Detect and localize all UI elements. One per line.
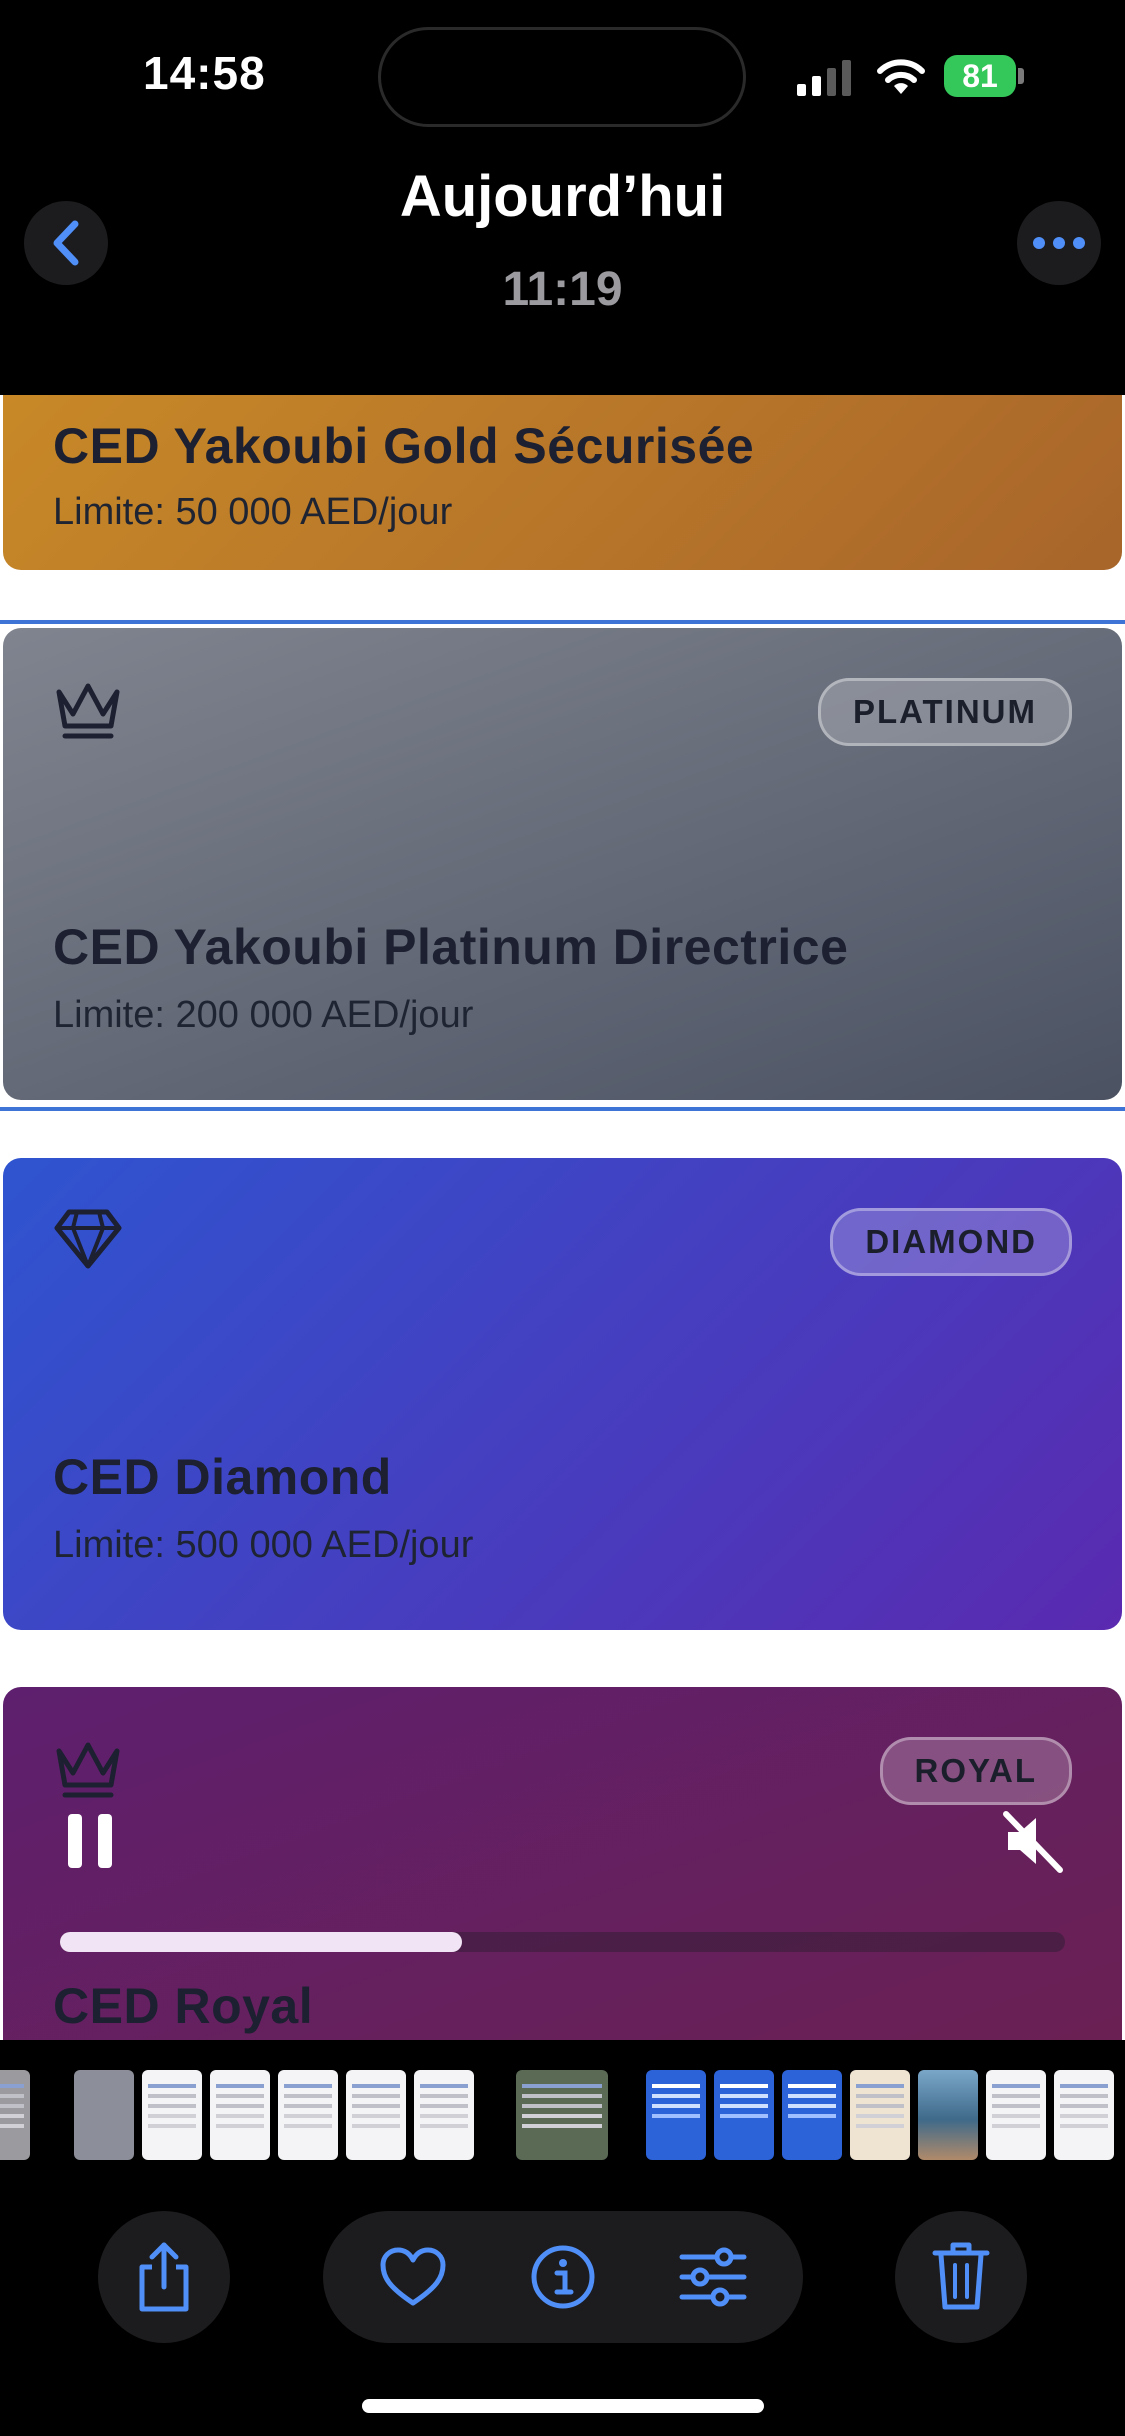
thumbnail[interactable]: [714, 2070, 774, 2160]
tier-badge: ROYAL: [879, 1737, 1072, 1805]
card-limit: Limite: 200 000 AED/jour: [53, 994, 474, 1036]
thumbnail[interactable]: [142, 2070, 202, 2160]
crown-icon: [56, 1742, 120, 1798]
thumbnail-strip[interactable]: [0, 2040, 1125, 2210]
share-button[interactable]: [98, 2211, 230, 2343]
heart-icon: [380, 2247, 446, 2306]
card-gold: CED Yakoubi Gold Sécurisée Limite: 50 00…: [3, 395, 1122, 570]
battery-tip: [1018, 68, 1024, 84]
card-platinum: PLATINUM CED Yakoubi Platinum Directrice…: [3, 628, 1122, 1100]
adjust-button[interactable]: [663, 2211, 763, 2343]
home-indicator: [362, 2399, 764, 2413]
tier-badge: PLATINUM: [817, 678, 1072, 746]
thumbnail[interactable]: [782, 2070, 842, 2160]
thumbnail[interactable]: [210, 2070, 270, 2160]
thumbnail[interactable]: [346, 2070, 406, 2160]
thumbnail[interactable]: [850, 2070, 910, 2160]
status-time: 14:58: [143, 47, 266, 99]
thumbnail[interactable]: [414, 2070, 474, 2160]
page-title: Aujourd’hui: [399, 164, 726, 229]
thumbnail-current[interactable]: [516, 2070, 608, 2160]
favorite-button[interactable]: [363, 2211, 463, 2343]
share-icon: [139, 2242, 189, 2312]
thumbnail[interactable]: [986, 2070, 1046, 2160]
page-subtitle: 11:19: [502, 263, 623, 316]
wifi-icon: [877, 59, 925, 94]
card-limit: Limite: 500 000 AED/jour: [53, 1524, 474, 1566]
card-diamond: DIAMOND CED Diamond Limite: 500 000 AED/…: [3, 1158, 1122, 1630]
battery-level: 81: [962, 58, 998, 94]
info-button[interactable]: [513, 2211, 613, 2343]
info-icon: [531, 2245, 595, 2309]
selection-line-top: [0, 620, 1125, 624]
ellipsis-icon: [1033, 237, 1085, 249]
pause-button[interactable]: [66, 1812, 114, 1870]
thumbnail[interactable]: [1054, 2070, 1114, 2160]
card-royal: ROYAL CED Royal: [3, 1687, 1122, 2040]
mute-button[interactable]: [1000, 1808, 1066, 1874]
dynamic-island: [378, 27, 746, 127]
thumbnail[interactable]: [0, 2070, 30, 2160]
thumbnail[interactable]: [278, 2070, 338, 2160]
crown-icon: [56, 683, 120, 739]
media-content[interactable]: CED Yakoubi Gold Sécurisée Limite: 50 00…: [0, 395, 1125, 2040]
more-button[interactable]: [1017, 201, 1101, 285]
card-limit: Limite: 50 000 AED/jour: [53, 491, 453, 533]
selection-line-bottom: [0, 1107, 1125, 1111]
adjust-icon: [679, 2247, 747, 2307]
card-name: CED Yakoubi Platinum Directrice: [53, 919, 849, 975]
video-progress-fill: [60, 1932, 462, 1952]
trash-icon: [932, 2242, 990, 2310]
thumbnail[interactable]: [918, 2070, 978, 2160]
card-name: CED Royal: [53, 1978, 314, 2034]
card-name: CED Diamond: [53, 1449, 392, 1505]
card-name: CED Yakoubi Gold Sécurisée: [53, 418, 755, 474]
tier-badge: DIAMOND: [830, 1208, 1072, 1276]
diamond-icon: [54, 1209, 122, 1269]
action-pill: [323, 2211, 803, 2343]
thumbnail[interactable]: [74, 2070, 134, 2160]
signal-icon: [797, 60, 851, 96]
thumbnail[interactable]: [646, 2070, 706, 2160]
delete-button[interactable]: [895, 2211, 1027, 2343]
